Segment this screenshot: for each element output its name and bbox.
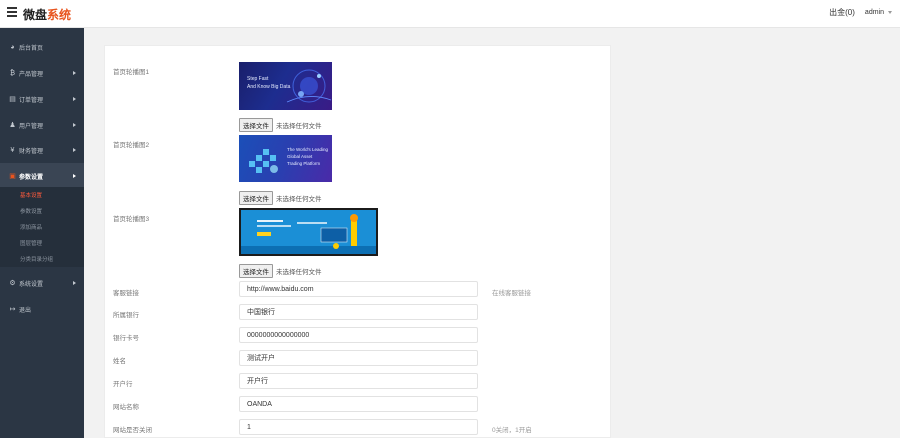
logo-main-text: 微盘 xyxy=(23,8,48,22)
carousel2-choose-file-button[interactable]: 选择文件 xyxy=(239,191,273,205)
carousel1-text-line2: And Know Big Data xyxy=(247,84,291,90)
carousel2-text-line2: Global Asset xyxy=(287,154,313,159)
carousel1-choose-file-button[interactable]: 选择文件 xyxy=(239,118,273,132)
chevron-right-icon xyxy=(73,174,76,178)
carousel1-text-line1: Step Fast xyxy=(247,76,269,82)
carousel1-file-status: 未选择任何文件 xyxy=(276,123,322,130)
submenu-item-layer-management[interactable]: 图层管理 xyxy=(0,235,84,251)
carousel3-image xyxy=(239,208,378,256)
carousel3-graphic xyxy=(241,210,376,254)
top-header: 微盘系统 出金(0) admin xyxy=(0,0,900,28)
carousel2-image: The World's Leading Global Asset Trading… xyxy=(239,135,332,182)
submenu-item-add-product[interactable]: 添加商品 xyxy=(0,219,84,235)
carousel2-text-line1: The World's Leading xyxy=(287,147,329,152)
card-number-field[interactable]: 0000000000000000 xyxy=(239,327,478,343)
sidebar-submenu: 基本设置 参数设置 添加商品 图层管理 分类目录分组 xyxy=(0,187,84,267)
sidebar-item-label: 系统设置 xyxy=(19,281,44,288)
sidebar-item-label: 退出 xyxy=(19,307,32,314)
settings-icon: ▣ xyxy=(9,173,16,180)
sidebar-item-label: 后台首页 xyxy=(19,45,44,52)
chevron-down-icon xyxy=(888,10,892,14)
sidebar-item-products[interactable]: ₿ 产品管理 xyxy=(0,60,84,86)
carousel3-label: 首页轮播图3 xyxy=(113,216,150,223)
card-number-label: 银行卡号 xyxy=(113,335,139,342)
site-name-field[interactable]: OANDA xyxy=(239,396,478,412)
sidebar-item-logout[interactable]: ↦ 退出 xyxy=(0,296,84,322)
username: admin xyxy=(864,9,884,16)
settings-form-card: 首页轮播图1 Step Fast And Know Big Data 选择文件 … xyxy=(104,45,611,438)
header-right: 出金(0) admin xyxy=(829,7,892,18)
submenu-item-parameter-settings[interactable]: 参数设置 xyxy=(0,203,84,219)
sidebar-item-label: 订单管理 xyxy=(19,97,44,104)
support-link-hint: 在线客服链接 xyxy=(492,290,531,297)
submenu-item-category-groups[interactable]: 分类目录分组 xyxy=(0,251,84,267)
chevron-right-icon xyxy=(73,123,76,127)
dashboard-icon: ◕ xyxy=(10,43,15,51)
withdraw-messages-link[interactable]: 出金(0) xyxy=(829,7,855,18)
user-menu[interactable]: admin xyxy=(865,9,892,16)
yen-icon: ¥ xyxy=(10,146,15,154)
carousel3-choose-file-button[interactable]: 选择文件 xyxy=(239,264,273,278)
sidebar-item-system[interactable]: ⚙ 系统设置 xyxy=(0,270,84,296)
sidebar-item-parameters[interactable]: ▣ 参数设置 xyxy=(0,163,84,189)
support-link-label: 客服链接 xyxy=(113,290,139,297)
carousel2-text-line3: Trading Platform xyxy=(287,161,321,166)
carousel3-file-status: 未选择任何文件 xyxy=(276,269,322,276)
carousel3-file-input: 选择文件 未选择任何文件 xyxy=(239,264,322,278)
carousel1-label: 首页轮播图1 xyxy=(113,69,150,76)
chevron-right-icon xyxy=(73,281,76,285)
site-name-label: 网站名称 xyxy=(113,404,139,411)
account-name-field[interactable]: 测试开户 xyxy=(239,350,478,366)
menu-toggle-icon[interactable] xyxy=(7,7,17,19)
carousel2-file-status: 未选择任何文件 xyxy=(276,196,322,203)
support-link-field[interactable]: http://www.baidu.com xyxy=(239,281,478,297)
carousel1-file-input: 选择文件 未选择任何文件 xyxy=(239,118,322,132)
bank-label: 所属银行 xyxy=(113,312,139,319)
site-closed-label: 网站是否关闭 xyxy=(113,427,152,434)
logo-accent-text: 系统 xyxy=(47,8,72,22)
site-closed-hint: 0关闭，1开启 xyxy=(492,427,532,434)
account-name-label: 姓名 xyxy=(113,358,126,365)
logout-icon: ↦ xyxy=(9,306,16,313)
sidebar-item-label: 财务管理 xyxy=(19,148,44,155)
bank-field[interactable]: 中国银行 xyxy=(239,304,478,320)
site-closed-field[interactable]: 1 xyxy=(239,419,478,435)
sidebar: ◕ 后台首页 ₿ 产品管理 ▤ 订单管理 ♟ 用户管理 ¥ 财务管理 ▣ 参数设置 基本设置… xyxy=(0,28,84,438)
carousel2-file-input: 选择文件 未选择任何文件 xyxy=(239,191,322,205)
app-logo: 微盘系统 xyxy=(23,6,71,23)
chevron-right-icon xyxy=(73,148,76,152)
chevron-right-icon xyxy=(73,71,76,75)
sidebar-item-finance[interactable]: ¥ 财务管理 xyxy=(0,137,84,163)
sidebar-item-label: 产品管理 xyxy=(19,71,44,78)
user-icon: ♟ xyxy=(9,122,16,129)
bitcoin-icon: ₿ xyxy=(9,69,16,77)
orders-icon: ▤ xyxy=(9,96,16,103)
carousel1-image: Step Fast And Know Big Data xyxy=(239,62,332,110)
sidebar-item-label: 参数设置 xyxy=(19,174,44,181)
sidebar-item-orders[interactable]: ▤ 订单管理 xyxy=(0,86,84,112)
gear-icon: ⚙ xyxy=(9,280,16,287)
sidebar-item-dashboard[interactable]: ◕ 后台首页 xyxy=(0,34,84,60)
branch-field[interactable]: 开户行 xyxy=(239,373,478,389)
submenu-item-basic-settings[interactable]: 基本设置 xyxy=(0,187,84,203)
branch-label: 开户行 xyxy=(113,381,133,388)
chevron-right-icon xyxy=(73,97,76,101)
sidebar-item-label: 用户管理 xyxy=(19,123,44,130)
carousel2-label: 首页轮播图2 xyxy=(113,142,150,149)
sidebar-item-users[interactable]: ♟ 用户管理 xyxy=(0,112,84,138)
